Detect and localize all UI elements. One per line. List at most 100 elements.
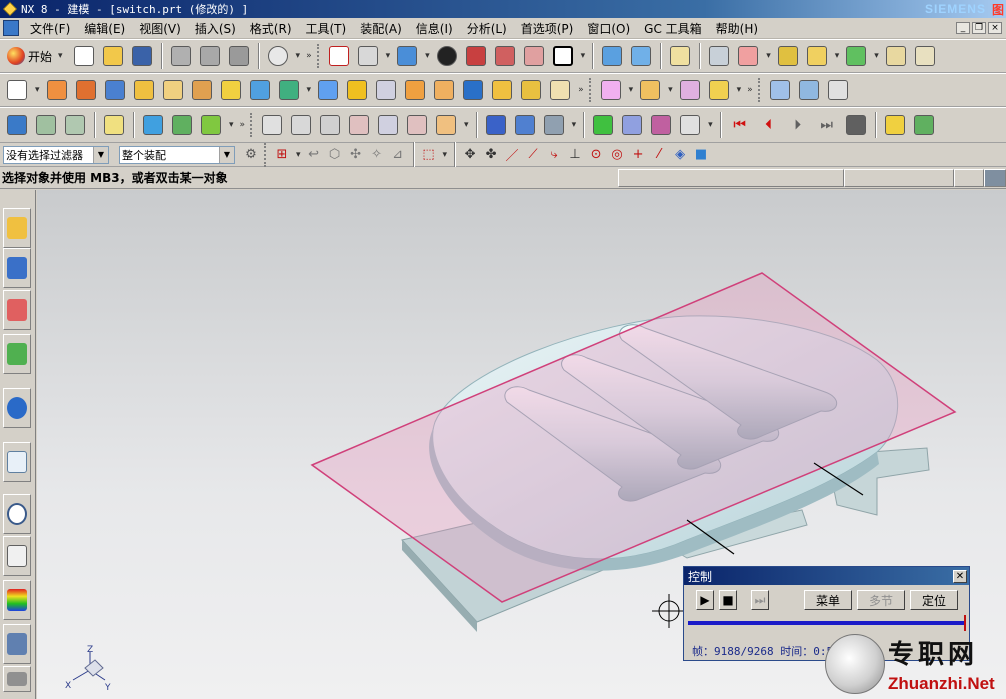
paste-button[interactable]	[225, 42, 253, 70]
object-display-button[interactable]	[774, 42, 802, 70]
menu-button[interactable]: 菜单	[804, 590, 852, 610]
rack-button[interactable]	[374, 111, 402, 139]
section-button[interactable]	[462, 42, 490, 70]
surface-button[interactable]	[766, 76, 794, 104]
skip-end-button[interactable]: ⏭	[751, 590, 769, 610]
layer-button[interactable]	[491, 42, 519, 70]
trim-body-button[interactable]	[430, 76, 458, 104]
clock-tab[interactable]	[3, 494, 31, 534]
snap-existing-point-icon[interactable]: +	[628, 145, 648, 165]
toolbar-grip[interactable]	[588, 78, 593, 102]
move-component-button[interactable]	[598, 42, 626, 70]
filter-reset-icon[interactable]: ⚙	[241, 145, 261, 165]
damper-button[interactable]	[511, 111, 539, 139]
thicken-button[interactable]	[517, 76, 545, 104]
cut-button[interactable]	[167, 42, 195, 70]
menu-information[interactable]: 信息(I)	[409, 20, 460, 37]
component-select-icon[interactable]: ⊿	[388, 145, 408, 165]
mate-button[interactable]	[197, 111, 225, 139]
articulation-button[interactable]	[676, 111, 704, 139]
solve-button[interactable]	[589, 111, 617, 139]
layer-settings-button[interactable]	[705, 42, 733, 70]
play-sim-button[interactable]	[842, 42, 870, 70]
feature-select-icon[interactable]: ⬡	[325, 145, 345, 165]
menu-gc-toolkit[interactable]: GC 工具箱	[637, 20, 709, 37]
snap-center-icon[interactable]: ⊙	[586, 145, 606, 165]
block-button[interactable]	[101, 76, 129, 104]
force-button[interactable]	[540, 111, 568, 139]
opposite-gearing-button[interactable]	[345, 111, 373, 139]
animation-button[interactable]	[618, 111, 646, 139]
close-icon[interactable]: ✕	[953, 569, 967, 583]
menu-file[interactable]: 文件(F)	[23, 20, 77, 37]
selection-scope-select[interactable]: 整个装配 ▼	[119, 145, 235, 164]
chamfer-button[interactable]	[343, 76, 371, 104]
boss-button[interactable]	[159, 76, 187, 104]
background-button[interactable]	[549, 42, 577, 70]
revolve-button[interactable]	[72, 76, 100, 104]
snap-quadrant-icon[interactable]: ◎	[607, 145, 627, 165]
status-grip-icon[interactable]	[984, 168, 1006, 187]
sweep-button[interactable]	[488, 76, 516, 104]
record-button[interactable]	[842, 111, 870, 139]
new-component-button[interactable]	[61, 111, 89, 139]
body-select-icon[interactable]: ✣	[346, 145, 366, 165]
more-surface-button[interactable]	[824, 76, 852, 104]
sketch-button[interactable]	[3, 76, 31, 104]
chevron-down-icon[interactable]: ▾	[296, 51, 301, 61]
mirror-button[interactable]	[459, 76, 487, 104]
hole-button[interactable]	[130, 76, 158, 104]
minimize-button[interactable]: _	[956, 22, 970, 34]
stop-button[interactable]: ■	[719, 590, 737, 610]
add-component-button[interactable]	[32, 111, 60, 139]
toolbar-overflow-icon[interactable]: »	[306, 51, 312, 61]
reuse-library-tab[interactable]	[3, 334, 31, 374]
chevron-down-icon[interactable]: ▾	[229, 120, 234, 130]
toolbar-grip[interactable]	[264, 142, 268, 167]
snap-control-icon[interactable]: ⤷	[544, 145, 564, 165]
rewind-button[interactable]: ⏮	[726, 111, 754, 139]
menu-preferences[interactable]: 首选项(P)	[514, 20, 581, 37]
snap-endpoint-icon[interactable]: ／	[502, 145, 522, 165]
ruler-button[interactable]	[882, 42, 910, 70]
chevron-down-icon[interactable]: ▾	[296, 150, 301, 160]
extrude-button[interactable]	[43, 76, 71, 104]
resize-face-button[interactable]	[705, 76, 733, 104]
chevron-down-icon[interactable]: ▾	[443, 150, 448, 160]
rectangle-select-icon[interactable]: ⬚	[419, 145, 439, 165]
assembly-navigator-tab[interactable]	[3, 208, 31, 248]
snap-intersection-icon[interactable]: ⊥	[565, 145, 585, 165]
timeline-thumb[interactable]	[964, 615, 966, 631]
multi-section-button[interactable]: 多节	[857, 590, 905, 610]
chevron-down-icon[interactable]: ▾	[874, 51, 879, 61]
chevron-down-icon[interactable]: ▾	[835, 51, 840, 61]
app-menu-icon[interactable]	[3, 20, 19, 36]
type-filter-select[interactable]: 没有选择过滤器 ▼	[3, 145, 109, 164]
driver-button[interactable]	[432, 111, 460, 139]
shell-button[interactable]	[372, 76, 400, 104]
explode-button[interactable]	[100, 111, 128, 139]
constraint-button[interactable]	[627, 42, 655, 70]
graphing-button[interactable]	[647, 111, 675, 139]
edge-display-button[interactable]	[433, 42, 461, 70]
internet-explorer-tab[interactable]	[3, 388, 31, 428]
roles-tab[interactable]	[3, 624, 31, 664]
fast-forward-button[interactable]: ⏭	[813, 111, 841, 139]
spring-button[interactable]	[482, 111, 510, 139]
chevron-down-icon[interactable]: ▾	[629, 85, 634, 95]
toolbar-overflow-icon[interactable]: »	[747, 85, 753, 95]
snap-on-curve-icon[interactable]: ⁄	[649, 145, 669, 165]
options-button[interactable]	[910, 111, 938, 139]
undo-button[interactable]	[264, 42, 292, 70]
dimension-button[interactable]	[911, 42, 939, 70]
assembly-nav-button[interactable]	[3, 111, 31, 139]
delete-face-button[interactable]	[676, 76, 704, 104]
link-button[interactable]	[287, 111, 315, 139]
menu-tools[interactable]: 工具(T)	[299, 20, 354, 37]
play-button[interactable]: ▶	[696, 590, 714, 610]
save-button[interactable]	[128, 42, 156, 70]
system-materials-tab[interactable]	[3, 536, 31, 576]
through-curves-button[interactable]	[795, 76, 823, 104]
chevron-down-icon[interactable]: ▾	[464, 120, 469, 130]
close-button[interactable]: ×	[988, 22, 1002, 34]
